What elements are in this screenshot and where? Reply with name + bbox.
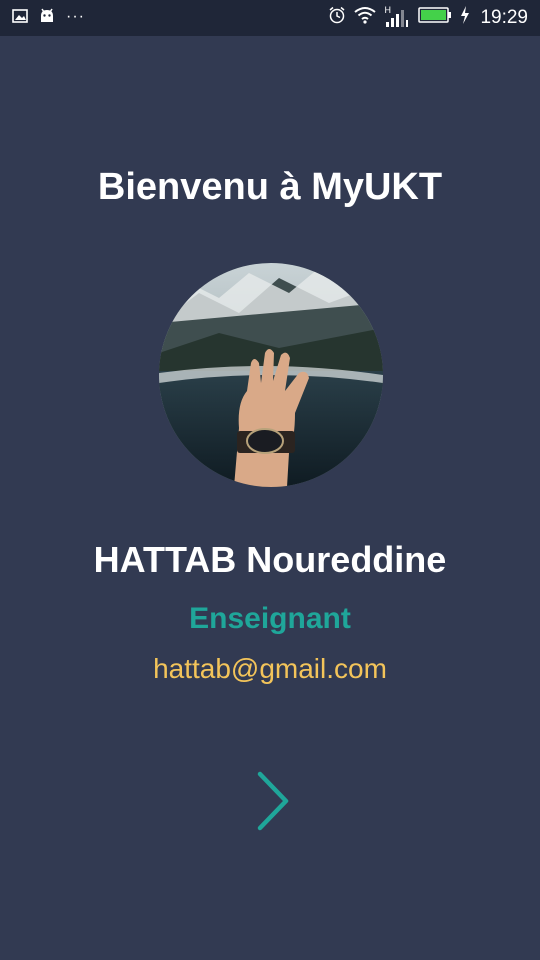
chevron-right-icon [257, 771, 289, 831]
avatar [159, 263, 383, 487]
signal-icon: H [384, 5, 410, 28]
user-role: Enseignant [189, 602, 351, 635]
welcome-title: Bienvenu à MyUKT [97, 166, 443, 208]
status-time: 19:29 [480, 6, 528, 28]
status-bar: ··· H 19:29 [0, 0, 540, 36]
image-icon [12, 9, 28, 28]
user-email: hattab@gmail.com [153, 653, 387, 684]
avatar-photo [159, 263, 383, 487]
user-name: HATTAB Noureddine [93, 539, 447, 580]
status-bar-left: ··· [12, 8, 85, 29]
status-bar-right: H 19:29 [328, 5, 528, 29]
next-button[interactable] [248, 768, 298, 834]
charging-icon [460, 6, 470, 29]
more-dots-icon: ··· [66, 7, 85, 25]
battery-icon [418, 7, 452, 28]
alarm-icon [328, 6, 346, 29]
wifi-icon [354, 6, 377, 29]
android-icon [38, 8, 56, 29]
welcome-screen: Bienvenu à MyUKT HATTAB Noureddine Ensei… [0, 36, 540, 960]
